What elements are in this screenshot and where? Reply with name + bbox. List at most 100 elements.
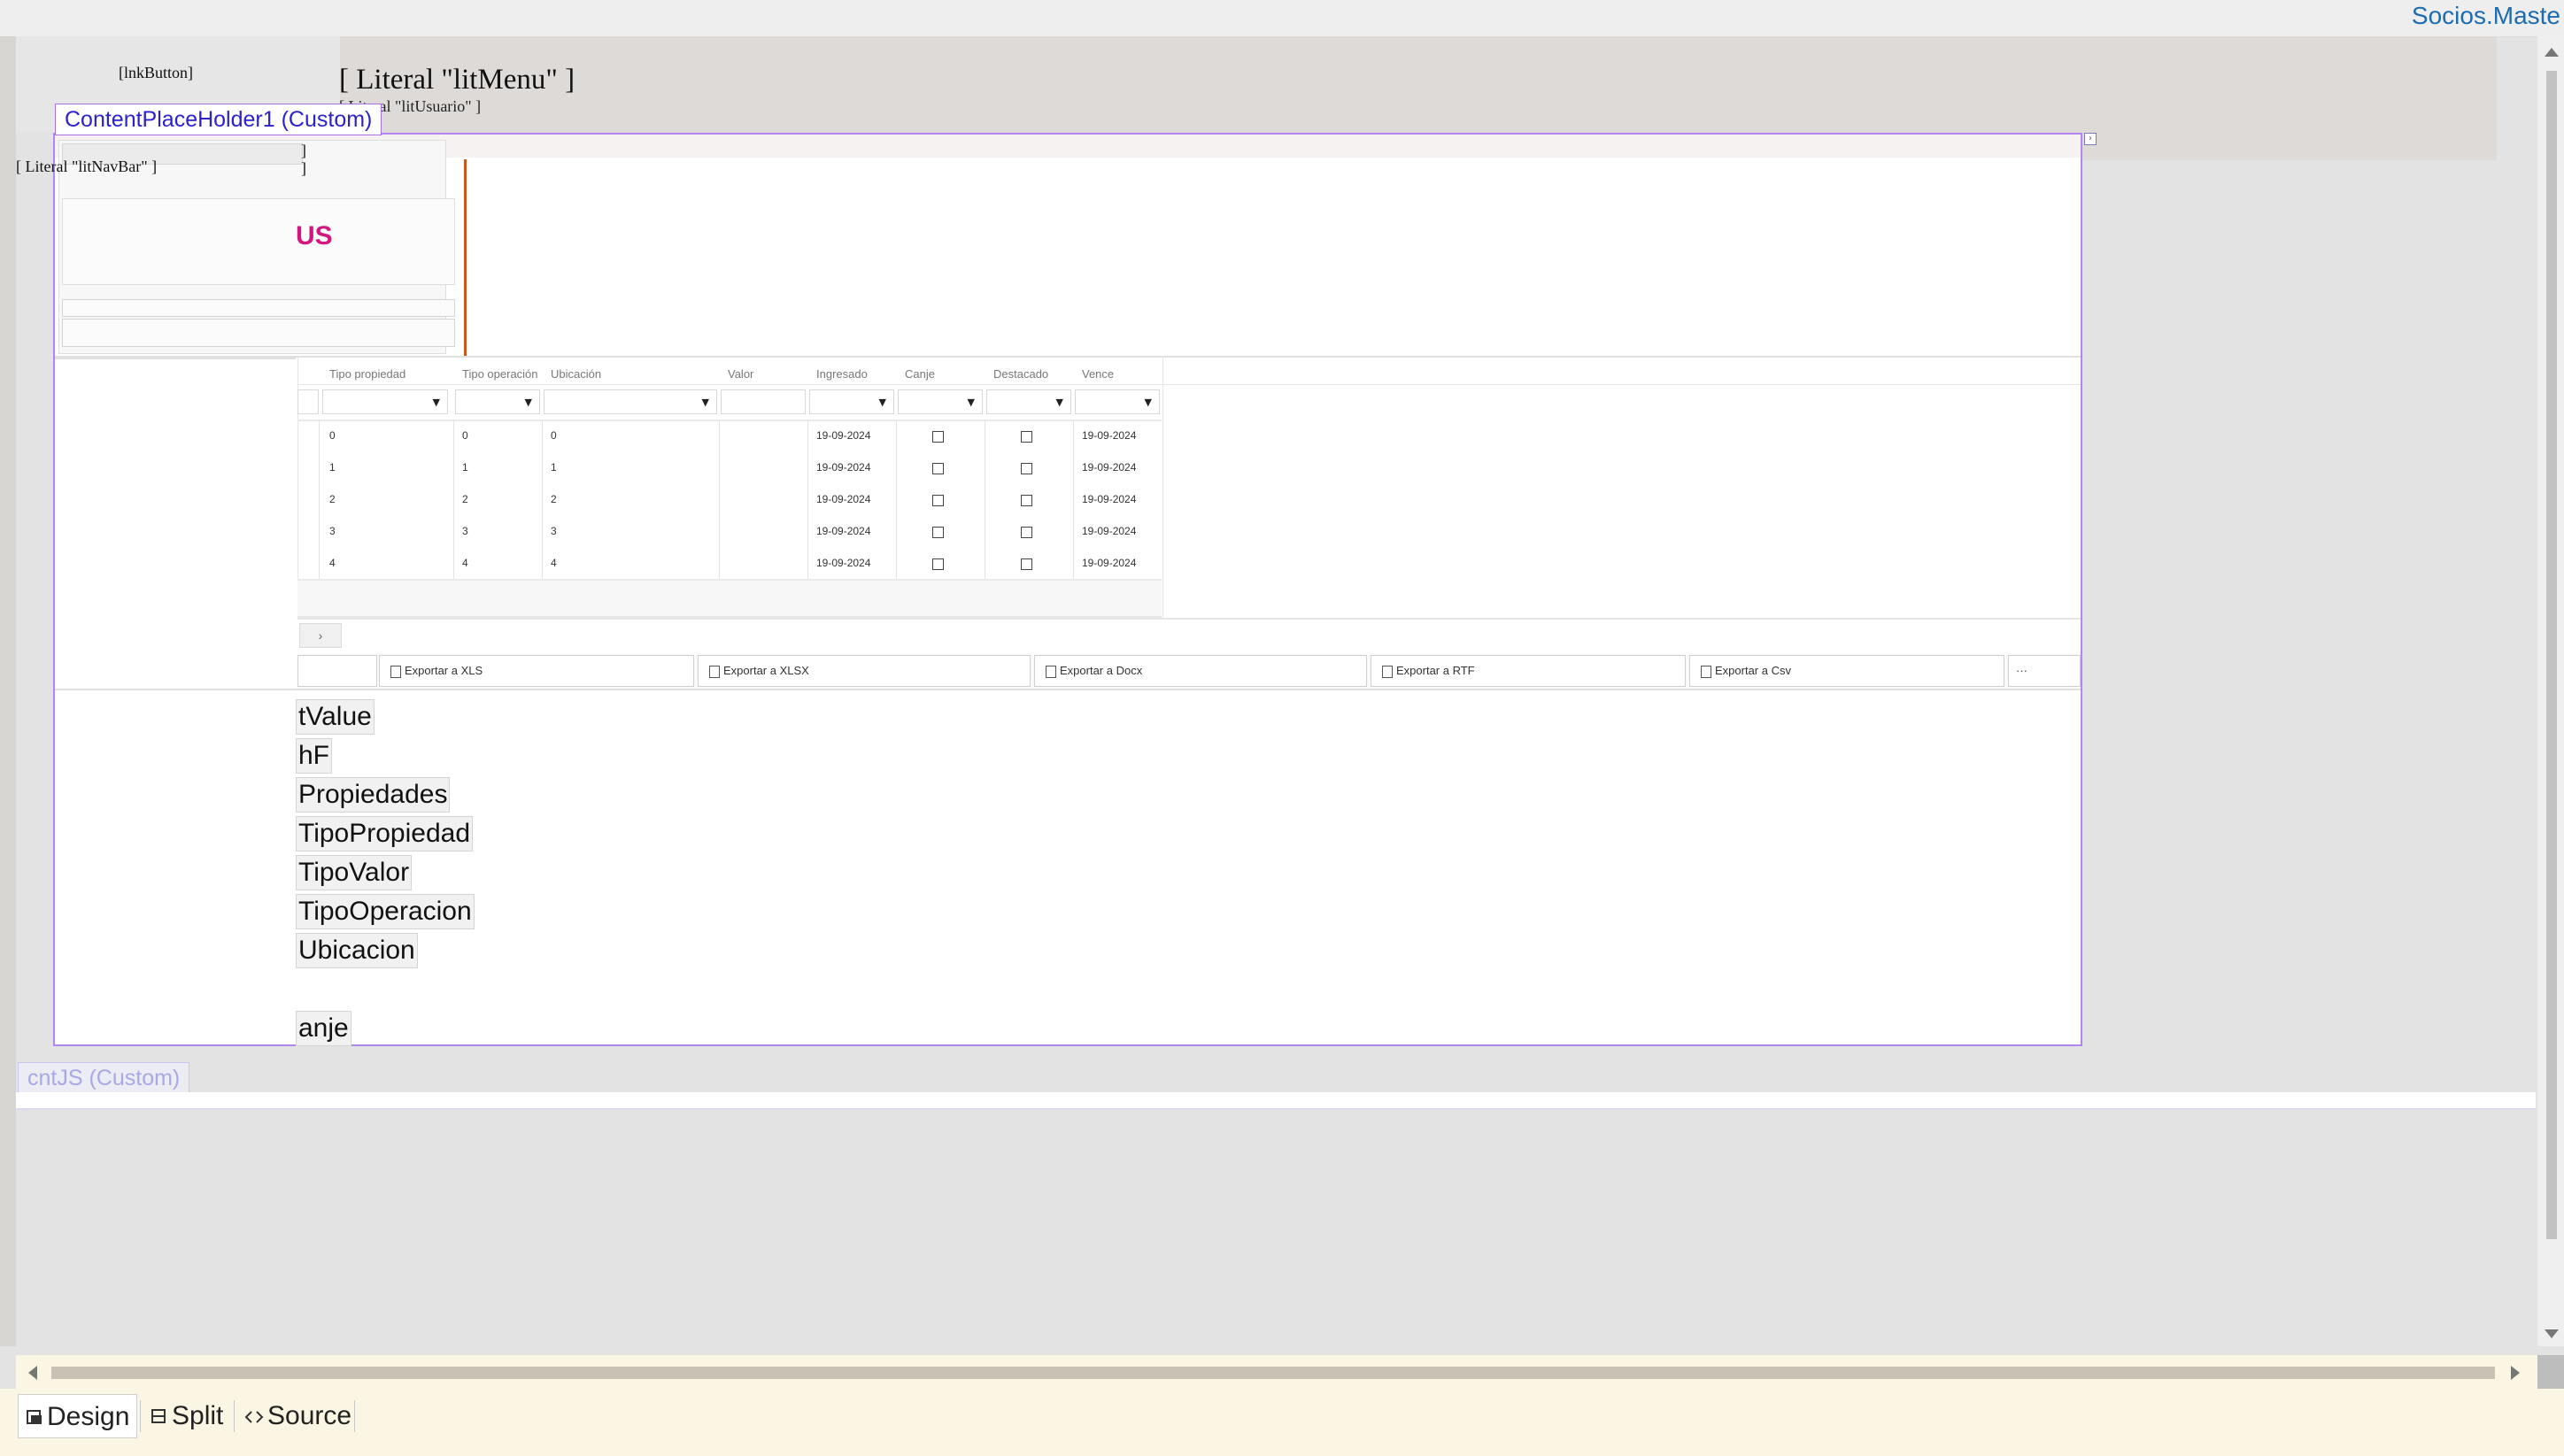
checkbox-canje[interactable]	[932, 463, 944, 474]
export-csv-label: Exportar a Csv	[1715, 664, 1791, 677]
tab-separator	[234, 1400, 235, 1432]
checkbox-destacado[interactable]	[1021, 559, 1032, 570]
dropdown-caret-icon[interactable]: ▼	[433, 397, 440, 408]
cntjs-placeholder-label[interactable]: cntJS (Custom)	[18, 1062, 190, 1094]
vertical-scroll-thumb[interactable]	[2546, 71, 2557, 1239]
brand-text: US	[296, 221, 333, 250]
table-cell: 0	[329, 429, 336, 442]
scroll-left-arrow-icon[interactable]	[27, 1364, 39, 1382]
filter-tipo-operacion[interactable]: ▼	[455, 389, 540, 414]
navbar-row	[62, 299, 455, 317]
bracket-text: ]	[301, 142, 306, 159]
table-cell: 4	[329, 557, 336, 569]
export-docx-label: Exportar a Docx	[1060, 664, 1143, 677]
logo-box	[62, 198, 455, 285]
checkbox-canje[interactable]	[932, 559, 944, 570]
table-cell: 0	[551, 429, 557, 442]
hidden-field-tipo-operacion[interactable]: TipoOperacion	[296, 894, 475, 929]
filter-ingresado[interactable]: ▼	[809, 389, 894, 414]
navbar-row	[62, 319, 455, 347]
table-cell: 19-09-2024	[816, 557, 871, 569]
col-ingresado[interactable]: Ingresado	[816, 367, 868, 381]
col-vence[interactable]: Vence	[1082, 367, 1114, 381]
col-destacado[interactable]: Destacado	[993, 367, 1048, 381]
dropdown-caret-icon[interactable]: ▼	[1145, 397, 1152, 408]
col-tipo-propiedad[interactable]: Tipo propiedad	[329, 367, 405, 381]
export-xls-label: Exportar a XLS	[405, 664, 483, 677]
table-cell: 2	[462, 493, 468, 505]
export-doc-icon	[1046, 665, 1056, 678]
col-valor[interactable]: Valor	[728, 367, 753, 381]
hidden-field-hf[interactable]: hF	[296, 738, 333, 774]
table-cell: 19-09-2024	[1082, 525, 1137, 537]
lnk-button[interactable]: [lnkButton]	[119, 64, 193, 82]
cntjs-placeholder[interactable]	[16, 1092, 2536, 1110]
export-more-button[interactable]: ···	[2008, 655, 2081, 687]
export-button-partial[interactable]	[297, 655, 377, 687]
checkbox-destacado[interactable]	[1021, 527, 1032, 538]
literal-lit-navbar[interactable]: [ Literal "litNavBar" ]	[16, 158, 157, 176]
tab-design[interactable]: Design	[18, 1394, 138, 1438]
export-docx-button[interactable]: Exportar a Docx	[1034, 655, 1367, 687]
design-icon	[27, 1410, 42, 1425]
export-rtf-button[interactable]: Exportar a RTF	[1371, 655, 1686, 687]
source-icon	[244, 1411, 264, 1423]
export-xls-button[interactable]: Exportar a XLS	[379, 655, 694, 687]
literal-lit-menu[interactable]: [ Literal "litMenu" ]	[339, 64, 575, 96]
table-cell: 3	[462, 525, 468, 537]
checkbox-destacado[interactable]	[1021, 431, 1032, 443]
hidden-field-tipo-propiedad[interactable]: TipoPropiedad	[296, 816, 474, 851]
tab-split[interactable]: Split	[143, 1394, 230, 1438]
content-placeholder-label[interactable]: ContentPlaceHolder1 (Custom)	[55, 104, 382, 135]
col-ubicacion[interactable]: Ubicación	[551, 367, 601, 381]
hidden-field-tipo-valor[interactable]: TipoValor	[296, 855, 413, 890]
dropdown-caret-icon[interactable]: ▼	[968, 397, 975, 408]
col-tipo-operacion[interactable]: Tipo operación	[462, 367, 542, 381]
scroll-right-arrow-icon[interactable]	[2509, 1364, 2522, 1382]
export-xlsx-label: Exportar a XLSX	[723, 664, 809, 677]
scroll-up-arrow-icon[interactable]	[2543, 46, 2560, 58]
grid-divider	[297, 618, 2081, 620]
checkbox-destacado[interactable]	[1021, 495, 1032, 506]
col-canje[interactable]: Canje	[905, 367, 935, 381]
checkbox-canje[interactable]	[932, 431, 944, 443]
orange-divider	[464, 159, 467, 356]
export-csv-button[interactable]: Exportar a Csv	[1689, 655, 2004, 687]
dropdown-caret-icon[interactable]: ▼	[525, 397, 532, 408]
table-cell: 2	[551, 493, 557, 505]
hidden-field-propiedades[interactable]: Propiedades	[296, 777, 451, 813]
table-cell: 19-09-2024	[816, 461, 871, 474]
table-cell: 0	[462, 429, 468, 442]
checkbox-destacado[interactable]	[1021, 463, 1032, 474]
tab-split-label: Split	[172, 1401, 224, 1430]
table-cell: 19-09-2024	[1082, 493, 1137, 505]
filter-ubicacion[interactable]: ▼	[544, 389, 717, 414]
hidden-field-ubicacion[interactable]: Ubicacion	[296, 933, 418, 968]
grid-col-line	[719, 420, 720, 579]
scroll-down-arrow-icon[interactable]	[2543, 1328, 2560, 1340]
dropdown-caret-icon[interactable]: ▼	[702, 397, 709, 408]
bracket-text: ]	[301, 159, 306, 177]
table-cell: 2	[329, 493, 336, 505]
checkbox-canje[interactable]	[932, 527, 944, 538]
hidden-field-canje[interactable]: anje	[296, 1011, 351, 1046]
tab-source[interactable]: Source	[237, 1394, 359, 1438]
horizontal-scroll-thumb[interactable]	[51, 1367, 2495, 1379]
dropdown-caret-icon[interactable]: ▼	[879, 397, 886, 408]
tab-separator	[140, 1400, 141, 1432]
filter-tipo-propiedad[interactable]: ▼	[322, 389, 448, 414]
filter-destacado[interactable]: ▼	[986, 389, 1071, 414]
export-xlsx-button[interactable]: Exportar a XLSX	[698, 655, 1031, 687]
filter-canje[interactable]: ▼	[898, 389, 983, 414]
filter-valor[interactable]	[721, 389, 806, 414]
left-empty-column	[55, 358, 296, 1044]
pager-next-button[interactable]: ›	[299, 623, 342, 648]
hidden-field-value[interactable]: tValue	[296, 699, 375, 735]
smart-tag-icon[interactable]: ›	[2084, 133, 2097, 145]
table-cell: 1	[329, 461, 336, 474]
filter-vence[interactable]: ▼	[1075, 389, 1160, 414]
dropdown-caret-icon[interactable]: ▼	[1056, 397, 1063, 408]
filter-cell[interactable]	[297, 389, 319, 414]
file-tab-socios-master[interactable]: Socios.Maste	[2412, 2, 2560, 30]
checkbox-canje[interactable]	[932, 495, 944, 506]
